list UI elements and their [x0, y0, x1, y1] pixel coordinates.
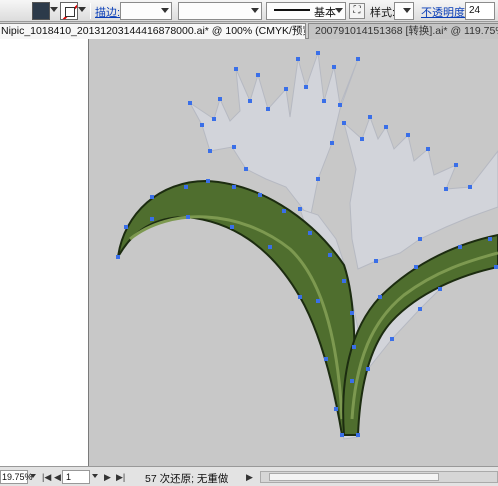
opacity-label[interactable]: 不透明度	[421, 4, 465, 20]
fill-dropdown[interactable]	[50, 2, 60, 20]
style-label: 样式:	[370, 7, 396, 19]
status-info-text: 57 次还原; 无重做	[145, 473, 229, 485]
status-menu-arrow-icon[interactable]: ▶	[246, 471, 256, 483]
first-artboard-icon[interactable]: |◀	[42, 471, 52, 483]
next-artboard-icon[interactable]: ▶	[104, 471, 114, 483]
document-tab-bar: Nipic_1018410_20131203144416878000.ai* @…	[0, 22, 498, 39]
separator	[90, 3, 91, 19]
control-bar: 描边: 基本 ⛶ 样式: 不透明度 24	[0, 0, 498, 22]
stroke-color-dropdown[interactable]	[78, 2, 88, 20]
horizontal-scrollbar[interactable]	[260, 471, 498, 483]
tab-document-1[interactable]: Nipic_1018410_20131203144416878000.ai* @…	[0, 23, 306, 39]
status-bar: 19.75% |◀ ◀ 1 ▶ ▶| 57 次还原; 无重做 ▶	[0, 466, 498, 486]
stroke-weight-field[interactable]	[120, 2, 172, 20]
zoom-dropdown-arrow[interactable]	[30, 474, 36, 478]
last-artboard-icon[interactable]: ▶|	[116, 471, 126, 483]
variable-width-dropdown[interactable]	[178, 2, 262, 20]
stroke-weight-label[interactable]: 描边:	[95, 4, 120, 20]
stroke-none-icon[interactable]	[60, 2, 78, 20]
opacity-field[interactable]: 24	[465, 2, 495, 20]
zoom-field[interactable]: 19.75%	[0, 470, 33, 484]
canvas-workspace[interactable]	[0, 39, 498, 466]
brush-stroke-preview	[274, 9, 310, 11]
fill-color-swatch[interactable]	[32, 2, 50, 20]
brush-style-label: 基本	[314, 7, 336, 19]
artwork-canvas[interactable]	[0, 39, 498, 466]
transform-icon[interactable]: ⛶	[349, 3, 365, 19]
artboard-number-field[interactable]: 1	[62, 470, 90, 484]
artboard-dropdown-arrow[interactable]	[92, 474, 98, 478]
graphic-style-dropdown[interactable]	[394, 2, 414, 20]
tab-document-2[interactable]: 200791014151368 [转换].ai* @ 119.75%	[308, 23, 498, 39]
horizontal-scroll-thumb[interactable]	[269, 473, 439, 481]
